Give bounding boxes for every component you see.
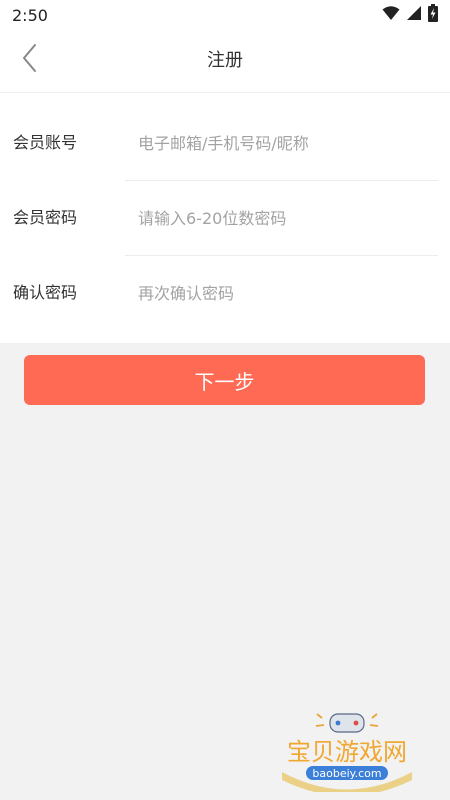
divider <box>125 180 438 181</box>
confirm-password-input[interactable] <box>138 278 428 308</box>
page-title: 注册 <box>207 50 243 71</box>
divider <box>125 255 438 256</box>
password-label: 会员密码 <box>13 208 78 227</box>
status-icons <box>382 4 438 26</box>
status-bar: 2:50 <box>0 0 450 30</box>
status-time: 2:50 <box>12 5 48 25</box>
svg-text:宝贝游戏网: 宝贝游戏网 <box>287 738 407 766</box>
svg-text:baobeiy.com: baobeiy.com <box>312 767 381 780</box>
password-input[interactable] <box>138 203 428 233</box>
form-row-account: 会员账号 <box>0 107 450 182</box>
signal-icon <box>406 5 422 25</box>
battery-charging-icon <box>428 4 438 26</box>
account-input[interactable] <box>138 128 428 158</box>
nav-bar: 注册 <box>0 30 450 93</box>
next-step-button[interactable]: 下一步 <box>24 355 425 405</box>
confirm-label: 确认密码 <box>13 283 78 302</box>
account-label: 会员账号 <box>13 133 78 152</box>
form-row-confirm: 确认密码 <box>0 257 450 332</box>
register-form: 会员账号 会员密码 确认密码 <box>0 93 450 343</box>
watermark-logo: 宝贝游戏网 baobeiy.com <box>272 712 422 796</box>
wifi-icon <box>382 5 400 25</box>
form-row-password: 会员密码 <box>0 182 450 257</box>
